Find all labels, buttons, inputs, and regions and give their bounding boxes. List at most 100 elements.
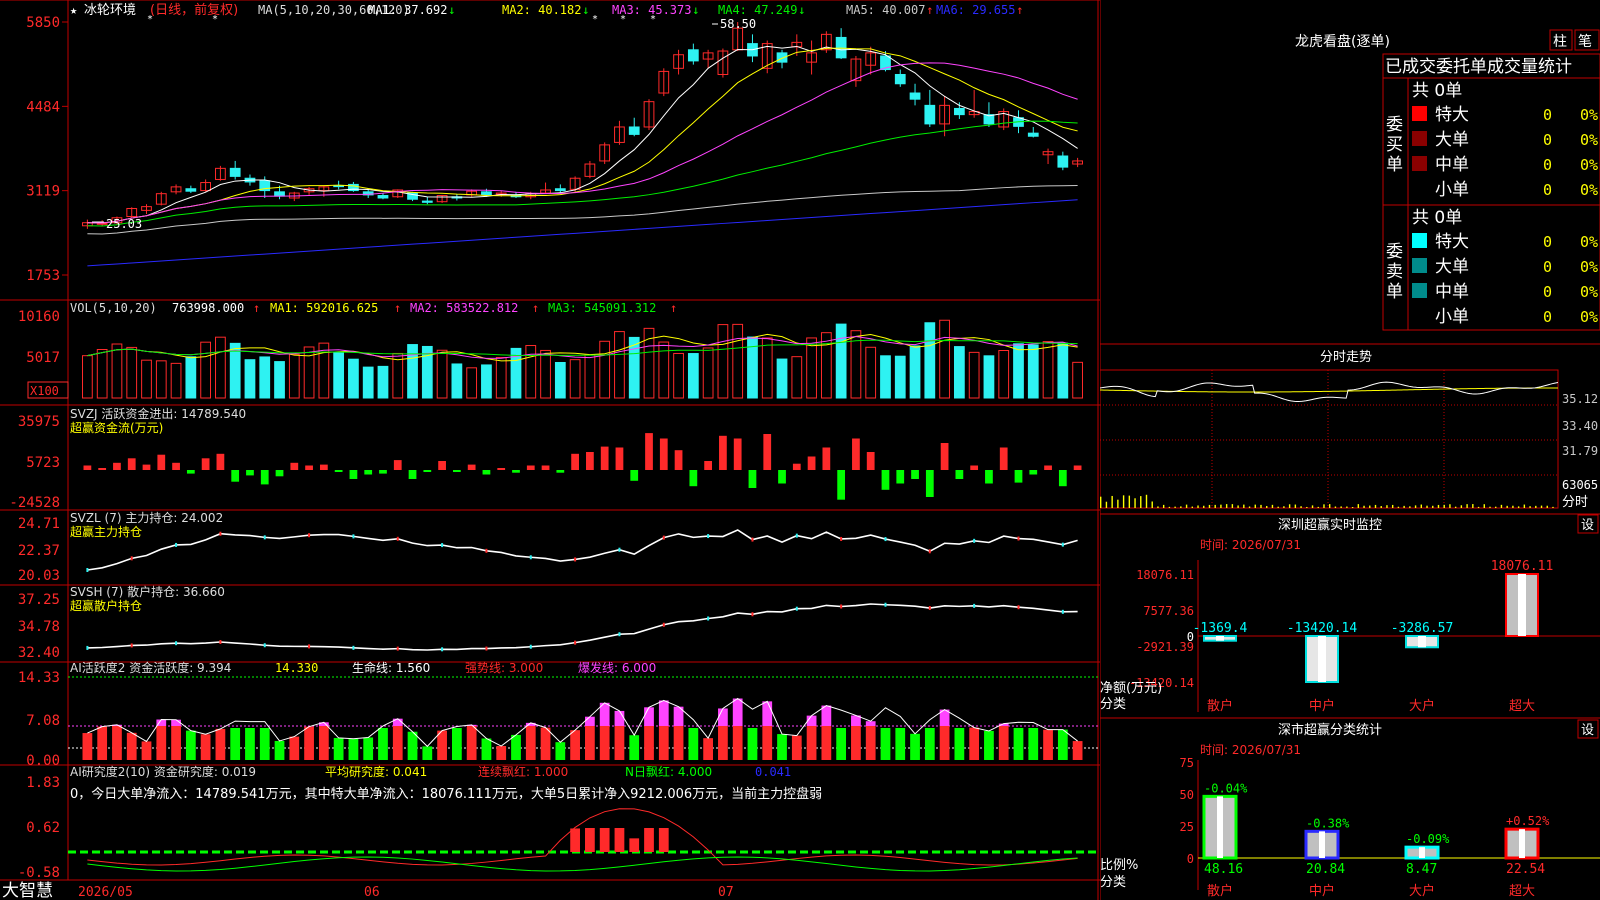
- classify-change: -0.38%: [1306, 816, 1350, 830]
- ma-legend-item: MA2: 40.182: [502, 3, 581, 17]
- svzl-tick: 20.03: [18, 568, 60, 584]
- vol-tick: 5017: [26, 350, 60, 366]
- activity-bar: [245, 728, 255, 760]
- lhb-row-label: 大单: [1435, 130, 1469, 150]
- vol-arrow-icon: ↑: [253, 301, 260, 315]
- candle: [688, 50, 698, 61]
- flow-bar: [970, 466, 978, 471]
- svsh-tick: 37.25: [18, 592, 60, 608]
- ma-legend: MA1: 37.692 ↓ MA2: 40.182 ↓ MA3: 45.373 ↓ MA4:…: [368, 3, 1023, 17]
- candle: [629, 127, 639, 134]
- lhb-side-char: 单: [1386, 282, 1403, 302]
- flow-bar: [187, 470, 195, 474]
- svzl-plot: 24.7122.3720.03: [18, 516, 1078, 584]
- lhb-row-count: 0: [1543, 283, 1552, 301]
- volume-bar: [600, 341, 610, 398]
- lhb-side-char: 委: [1386, 115, 1403, 135]
- intraday-vol-bar: [1157, 506, 1158, 508]
- tick-dot: [352, 534, 354, 538]
- svzj-tick: -24528: [9, 495, 60, 511]
- monitor-bar-highlight: [1418, 636, 1426, 647]
- activity-bar: [777, 734, 787, 760]
- volume-bar: [821, 333, 831, 398]
- lhb-side-char: 买: [1386, 135, 1403, 155]
- volume-bar: [807, 338, 817, 398]
- monitor-category: 中户: [1309, 698, 1335, 714]
- tick-dot: [86, 646, 88, 650]
- activity-bar: [393, 726, 403, 760]
- volume-bar: [866, 347, 876, 398]
- intraday-frame: [1100, 370, 1558, 508]
- tick-dot: [840, 604, 842, 608]
- ai1-v5: 爆发线: 6.000: [578, 660, 656, 675]
- tick-dot: [663, 623, 665, 627]
- volume-plot: 10160 5017: [18, 309, 1083, 398]
- activity-bar: [703, 738, 713, 760]
- volume-bar: [289, 354, 299, 398]
- volume-bar: [127, 347, 137, 398]
- intraday-vol-bar: [1100, 497, 1101, 508]
- flow-bar: [778, 470, 786, 484]
- tick-dot: [618, 632, 620, 636]
- vol-unit: X100: [30, 384, 59, 398]
- intraday-label: 31.79: [1562, 444, 1598, 458]
- tick-dot: [530, 555, 532, 559]
- intraday-vol-bar: [1415, 505, 1416, 508]
- flow-bar: [852, 439, 860, 471]
- vol-ma3: MA3: 545091.312: [548, 301, 656, 315]
- flow-bar: [630, 470, 638, 481]
- candle: [777, 53, 787, 62]
- intraday-vol-bar: [1381, 506, 1382, 508]
- ai1-tick: 7.08: [26, 713, 60, 729]
- volume-bar: [201, 342, 211, 398]
- intraday-vol-bar: [1506, 506, 1507, 508]
- activity-bar: [142, 741, 152, 760]
- activity-bar: [186, 731, 196, 760]
- volume-bar: [762, 338, 772, 398]
- intraday-vol-bar: [1140, 496, 1141, 508]
- flow-bar: [822, 448, 830, 471]
- candle: [334, 186, 344, 187]
- event-star-icon: *: [650, 14, 656, 25]
- flow-bar: [955, 470, 963, 479]
- activity-bar: [821, 726, 831, 760]
- stock-name[interactable]: 冰轮环境: [84, 3, 136, 18]
- flow-bar: [364, 470, 372, 475]
- lhb-row-label: 中单: [1435, 282, 1469, 302]
- lhb-total: 共 0单: [1412, 208, 1462, 228]
- research-bar: [629, 838, 639, 852]
- ai1-plot: 14.337.080.00: [18, 670, 1098, 769]
- flow-bar: [172, 463, 180, 470]
- tick-dot: [1017, 537, 1019, 541]
- volume-bar: [688, 354, 698, 398]
- intraday-vol-bar: [1484, 504, 1485, 508]
- intraday-chart[interactable]: 35.12 33.40 31.79 63065 分时: [1100, 370, 1598, 510]
- stroke-mode-label: 笔: [1578, 34, 1592, 50]
- volume-bar: [881, 356, 891, 398]
- kline-chart-area[interactable]: ★ 冰轮环境 (日线，前复权) MA(5,10,20,30,60,120) MA…: [0, 0, 1100, 900]
- flow-bar: [586, 452, 594, 470]
- intraday-vol-bar: [1335, 507, 1336, 508]
- activity-bar-top: [585, 717, 595, 726]
- lhb-row-label: 大单: [1435, 257, 1469, 277]
- intraday-vol-bar: [1169, 507, 1170, 508]
- activity-bar: [585, 726, 595, 760]
- intraday-vol-bar: [1255, 505, 1256, 508]
- tick-dot: [574, 641, 576, 645]
- volume-bar: [334, 353, 344, 398]
- classify-change: -0.09%: [1406, 832, 1450, 846]
- candle: [422, 201, 432, 202]
- volume-bar: [954, 347, 964, 398]
- monitor-axis-label2: 分类: [1100, 697, 1126, 712]
- tick-dot: [441, 647, 443, 651]
- monitor-title: 深圳超赢实时监控: [1278, 517, 1382, 533]
- ai1-tick: 14.33: [18, 670, 60, 686]
- activity-bar-top: [644, 707, 654, 726]
- activity-bar-top: [615, 711, 625, 726]
- ai1-v4: 强势线: 3.000: [465, 661, 543, 675]
- tick-dot: [929, 549, 931, 553]
- lhb-row-pct: 0%: [1580, 258, 1598, 276]
- svzl-tick: 24.71: [18, 516, 60, 532]
- activity-bar: [156, 726, 166, 760]
- period-mode[interactable]: (日线，前复权): [150, 2, 238, 18]
